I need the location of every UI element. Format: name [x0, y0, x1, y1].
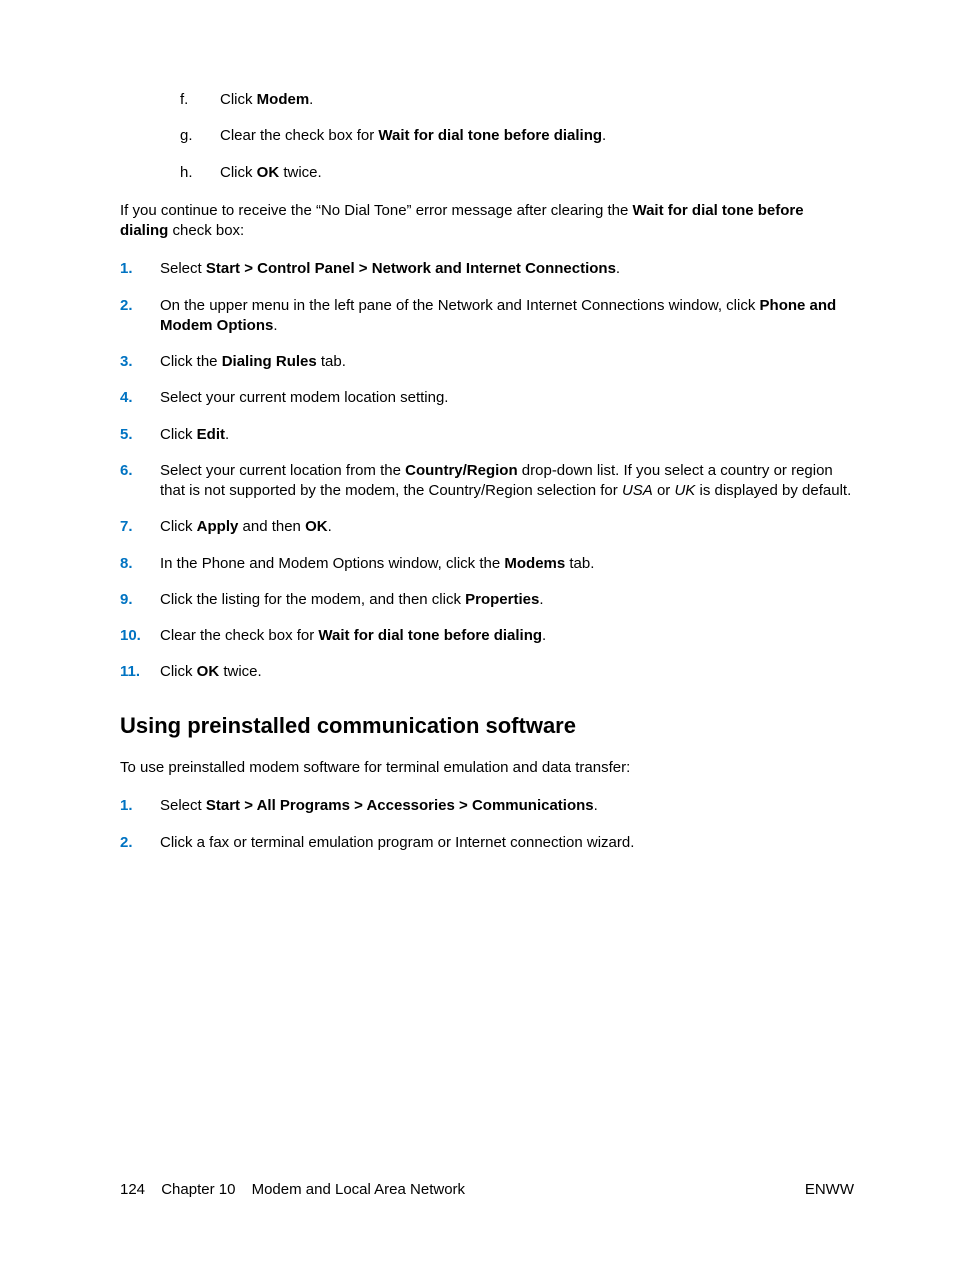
list-content: Select your current location from the Co… [160, 461, 854, 502]
list-content: Click the Dialing Rules tab. [160, 352, 854, 372]
page-number: 124 [120, 1181, 145, 1198]
footer-left: 124 Chapter 10 Modem and Local Area Netw… [120, 1180, 477, 1200]
list-content: Click OK twice. [160, 662, 854, 682]
list-item: 7.Click Apply and then OK. [120, 517, 854, 537]
list-marker: 6. [120, 461, 160, 502]
list-marker: 10. [120, 626, 160, 646]
list-item: 6.Select your current location from the … [120, 461, 854, 502]
list-content: Clear the check box for Wait for dial to… [160, 626, 854, 646]
list-content: In the Phone and Modem Options window, c… [160, 554, 854, 574]
chapter-label: Chapter 10 [161, 1181, 235, 1198]
list-item: 9.Click the listing for the modem, and t… [120, 590, 854, 610]
list-marker: 1. [120, 259, 160, 279]
list-item: 10.Clear the check box for Wait for dial… [120, 626, 854, 646]
list-item: 2.Click a fax or terminal emulation prog… [120, 833, 854, 853]
list-item: h.Click OK twice. [180, 163, 854, 183]
list-content: Click Modem. [220, 90, 854, 110]
paragraph-no-dial-tone: If you continue to receive the “No Dial … [120, 201, 854, 242]
list-marker: 2. [120, 296, 160, 337]
chapter-title: Modem and Local Area Network [252, 1181, 465, 1198]
list-marker: 11. [120, 662, 160, 682]
list-item: 8.In the Phone and Modem Options window,… [120, 554, 854, 574]
list-marker: 4. [120, 388, 160, 408]
list-item: 11.Click OK twice. [120, 662, 854, 682]
list-item: 2.On the upper menu in the left pane of … [120, 296, 854, 337]
list-content: Select Start > Control Panel > Network a… [160, 259, 854, 279]
numbered-list-2: 1.Select Start > All Programs > Accessor… [120, 796, 854, 853]
list-item: 5.Click Edit. [120, 425, 854, 445]
page-footer: 124 Chapter 10 Modem and Local Area Netw… [120, 1180, 854, 1200]
list-content: Click a fax or terminal emulation progra… [160, 833, 854, 853]
section-heading: Using preinstalled communication softwar… [120, 711, 854, 741]
list-item: 1.Select Start > Control Panel > Network… [120, 259, 854, 279]
list-marker: 8. [120, 554, 160, 574]
list-marker: 2. [120, 833, 160, 853]
alpha-list: f.Click Modem.g.Clear the check box for … [120, 90, 854, 183]
list-marker: f. [180, 90, 220, 110]
list-content: Click Apply and then OK. [160, 517, 854, 537]
list-item: f.Click Modem. [180, 90, 854, 110]
list-content: Select your current modem location setti… [160, 388, 854, 408]
list-content: Click OK twice. [220, 163, 854, 183]
list-marker: g. [180, 126, 220, 146]
page: f.Click Modem.g.Clear the check box for … [0, 0, 954, 1270]
list-item: 1.Select Start > All Programs > Accessor… [120, 796, 854, 816]
list-marker: 7. [120, 517, 160, 537]
list-content: Clear the check box for Wait for dial to… [220, 126, 854, 146]
list-marker: 9. [120, 590, 160, 610]
list-content: On the upper menu in the left pane of th… [160, 296, 854, 337]
list-item: 3.Click the Dialing Rules tab. [120, 352, 854, 372]
list-marker: 5. [120, 425, 160, 445]
list-content: Select Start > All Programs > Accessorie… [160, 796, 854, 816]
list-marker: 1. [120, 796, 160, 816]
section-intro: To use preinstalled modem software for t… [120, 758, 854, 778]
list-item: 4.Select your current modem location set… [120, 388, 854, 408]
list-content: Click the listing for the modem, and the… [160, 590, 854, 610]
numbered-list-1: 1.Select Start > Control Panel > Network… [120, 259, 854, 682]
footer-right: ENWW [805, 1180, 854, 1200]
list-content: Click Edit. [160, 425, 854, 445]
list-item: g.Clear the check box for Wait for dial … [180, 126, 854, 146]
list-marker: 3. [120, 352, 160, 372]
list-marker: h. [180, 163, 220, 183]
